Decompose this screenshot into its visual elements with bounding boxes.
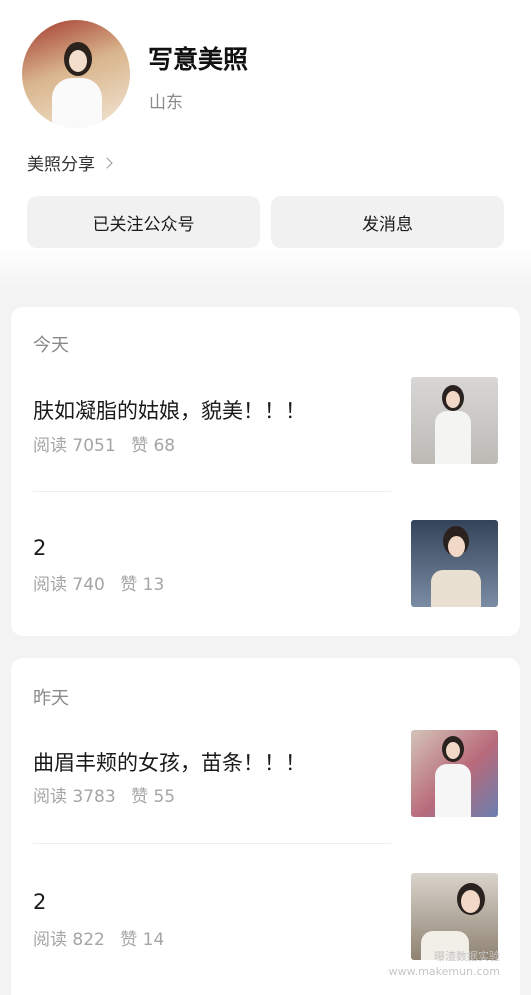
divider	[33, 843, 391, 844]
article-thumbnail	[411, 873, 498, 960]
profile-header: 写意美照 山东 美照分享 已关注公众号 发消息	[0, 0, 531, 290]
avatar[interactable]	[22, 20, 130, 128]
like-count: 赞 13	[120, 575, 165, 595]
article-title: 曲眉丰颊的女孩，苗条！！！	[33, 751, 306, 775]
article-title: 肤如凝脂的姑娘，貌美！！！	[33, 399, 306, 423]
divider	[33, 491, 391, 492]
follow-button[interactable]: 已关注公众号	[27, 196, 260, 248]
like-count: 赞 68	[131, 436, 176, 456]
article-thumbnail	[411, 730, 498, 817]
like-count: 赞 14	[120, 930, 165, 950]
article-stats: 阅读 740 赞 13	[33, 570, 174, 595]
message-button[interactable]: 发消息	[271, 196, 504, 248]
article-item[interactable]: 2 阅读 740 赞 13	[11, 520, 520, 620]
watermark-line: www.makemun.com	[388, 964, 500, 978]
read-count: 阅读 7051	[33, 436, 116, 456]
group-day-label: 今天	[33, 335, 69, 356]
article-title: 2	[33, 890, 47, 914]
watermark-line: 曝渣数据实验	[434, 950, 500, 964]
article-item[interactable]: 肤如凝脂的姑娘，貌美！！！ 阅读 7051 赞 68	[11, 377, 520, 477]
avatar-body	[52, 78, 102, 128]
article-stats: 阅读 7051 赞 68	[33, 431, 185, 456]
article-item[interactable]: 曲眉丰颊的女孩，苗条！！！ 阅读 3783 赞 55	[11, 730, 520, 830]
article-thumbnail	[411, 377, 498, 464]
watermark: 曝渣数据实验 www.makemun.com	[389, 950, 500, 979]
group-day-label: 昨天	[33, 688, 69, 709]
read-count: 阅读 740	[33, 575, 105, 595]
article-group-yesterday: 昨天 曲眉丰颊的女孩，苗条！！！ 阅读 3783 赞 55 2 阅读 822 赞…	[11, 658, 520, 995]
like-count: 赞 55	[131, 787, 176, 807]
article-stats: 阅读 822 赞 14	[33, 925, 174, 950]
chevron-right-icon	[101, 156, 113, 169]
article-title: 2	[33, 536, 47, 560]
category-label: 美照分享	[27, 155, 95, 175]
category-link[interactable]: 美照分享	[27, 150, 113, 175]
account-name: 写意美照	[148, 45, 249, 74]
article-group-today: 今天 肤如凝脂的姑娘，貌美！！！ 阅读 7051 赞 68 2 阅读 740 赞…	[11, 307, 520, 636]
account-location: 山东	[149, 93, 183, 113]
read-count: 阅读 3783	[33, 787, 116, 807]
avatar-face	[69, 50, 87, 72]
article-thumbnail	[411, 520, 498, 607]
article-stats: 阅读 3783 赞 55	[33, 782, 185, 807]
read-count: 阅读 822	[33, 930, 105, 950]
